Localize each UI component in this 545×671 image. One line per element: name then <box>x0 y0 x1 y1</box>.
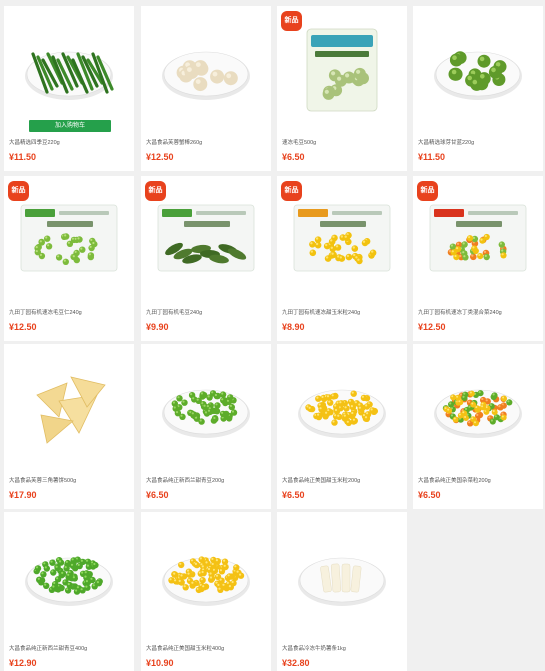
product-image[interactable] <box>4 344 134 469</box>
product-price: ¥11.50 <box>9 152 37 162</box>
product-image[interactable] <box>413 344 543 469</box>
product-price: ¥32.80 <box>282 658 310 668</box>
product-image[interactable] <box>4 6 134 131</box>
product-price: ¥11.50 <box>418 152 446 162</box>
product-price: ¥12.90 <box>9 658 37 668</box>
product-image[interactable] <box>277 344 407 469</box>
new-badge: 新品 <box>417 181 438 201</box>
product-card[interactable]: 大昌食品纯正美国杂菜粒200g ¥6.50 <box>413 344 543 509</box>
product-price: ¥6.50 <box>282 152 305 162</box>
product-title[interactable]: 大昌食品纯正新西兰甜青豆200g <box>146 476 268 484</box>
product-card[interactable]: 新品 九田丁园有机速冻毛豆仁240g ¥12.50 <box>4 176 134 341</box>
product-title[interactable]: 九田丁园有机毛豆240g <box>146 308 268 316</box>
product-title[interactable]: 大昌食品冷冻牛奶薯条1kg <box>282 644 404 652</box>
product-card[interactable]: 新品 九田丁园有机毛豆240g ¥9.90 <box>141 176 271 341</box>
product-title[interactable]: 大昌食品纯正美国甜玉米粒200g <box>282 476 404 484</box>
product-card[interactable]: 新品 九田丁园有机速冻丁类混合菜240g ¥12.50 <box>413 176 543 341</box>
product-title[interactable]: 大昌精选四季豆220g <box>9 138 131 146</box>
product-card[interactable]: 大昌食品芙蓉蟹棒260g ¥12.50 <box>141 6 271 171</box>
product-card[interactable]: 大昌精选球芽甘蓝220g ¥11.50 <box>413 6 543 171</box>
product-title[interactable]: 九田丁园有机速冻甜玉米粒240g <box>282 308 404 316</box>
product-title[interactable]: 大昌食品纯正美国甜玉米粒400g <box>146 644 268 652</box>
product-image[interactable] <box>141 6 271 131</box>
product-image[interactable] <box>4 512 134 637</box>
product-price: ¥6.50 <box>146 490 169 500</box>
product-title[interactable]: 大昌食品芙蓉三角薯饼500g <box>9 476 131 484</box>
product-title[interactable]: 大昌食品芙蓉蟹棒260g <box>146 138 268 146</box>
product-price: ¥12.50 <box>9 322 37 332</box>
product-card[interactable]: 大昌食品纯正新西兰甜青豆400g ¥12.90 <box>4 512 134 671</box>
product-card[interactable]: 加入购物车大昌精选四季豆220g ¥11.50 <box>4 6 134 171</box>
product-price: ¥6.50 <box>282 490 305 500</box>
product-card[interactable]: 大昌食品纯正新西兰甜青豆200g ¥6.50 <box>141 344 271 509</box>
new-badge: 新品 <box>145 181 166 201</box>
product-title[interactable]: 大昌精选球芽甘蓝220g <box>418 138 540 146</box>
product-title[interactable]: 速冻毛豆500g <box>282 138 404 146</box>
product-card[interactable]: 大昌食品纯正美国甜玉米粒200g ¥6.50 <box>277 344 407 509</box>
new-badge: 新品 <box>281 11 302 31</box>
product-image[interactable] <box>141 512 271 637</box>
product-price: ¥12.50 <box>418 322 446 332</box>
product-title[interactable]: 大昌食品纯正新西兰甜青豆400g <box>9 644 131 652</box>
product-image[interactable] <box>277 512 407 637</box>
product-title[interactable]: 大昌食品纯正美国杂菜粒200g <box>418 476 540 484</box>
product-price: ¥10.90 <box>146 658 174 668</box>
new-badge: 新品 <box>8 181 29 201</box>
product-image[interactable] <box>413 6 543 131</box>
product-card[interactable]: 大昌食品芙蓉三角薯饼500g ¥17.90 <box>4 344 134 509</box>
product-price: ¥8.90 <box>282 322 305 332</box>
product-price: ¥12.50 <box>146 152 174 162</box>
product-image[interactable] <box>141 344 271 469</box>
product-grid: 加入购物车大昌精选四季豆220g ¥11.50 大昌食品芙蓉蟹棒260g ¥12.5… <box>0 0 545 671</box>
product-card[interactable]: 新品 九田丁园有机速冻甜玉米粒240g ¥8.90 <box>277 176 407 341</box>
new-badge: 新品 <box>281 181 302 201</box>
add-to-cart-button[interactable]: 加入购物车 <box>29 120 111 132</box>
product-card[interactable]: 大昌食品纯正美国甜玉米粒400g ¥10.90 <box>141 512 271 671</box>
product-title[interactable]: 九田丁园有机速冻毛豆仁240g <box>9 308 131 316</box>
product-card[interactable]: 新品 速冻毛豆500g ¥6.50 <box>277 6 407 171</box>
product-price: ¥6.50 <box>418 490 441 500</box>
product-price: ¥17.90 <box>9 490 37 500</box>
product-title[interactable]: 九田丁园有机速冻丁类混合菜240g <box>418 308 540 316</box>
product-price: ¥9.90 <box>146 322 169 332</box>
product-card[interactable]: 大昌食品冷冻牛奶薯条1kg ¥32.80 <box>277 512 407 671</box>
